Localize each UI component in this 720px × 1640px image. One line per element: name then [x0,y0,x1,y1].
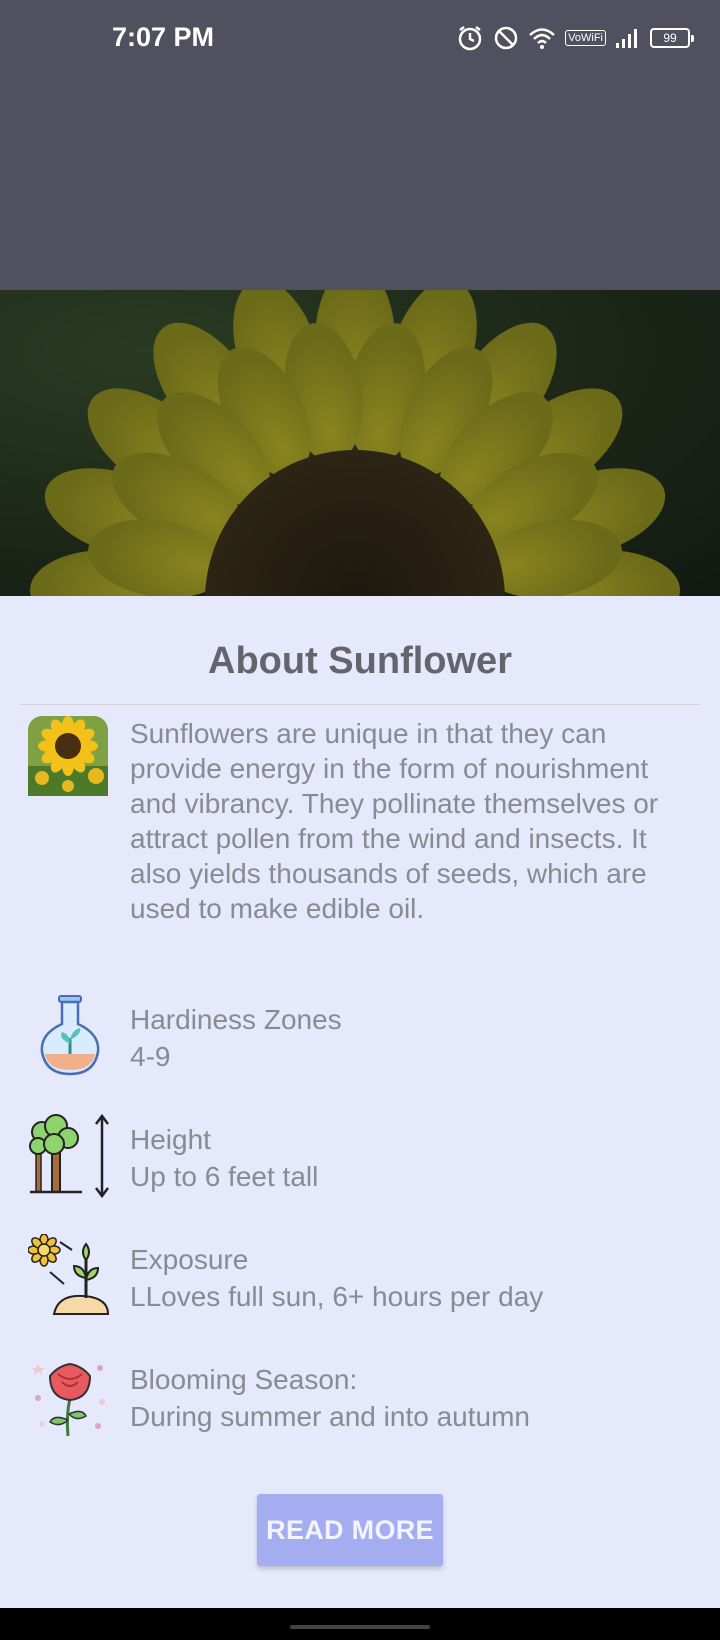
sunflower-thumbnail-icon [28,716,112,800]
fact-label: Exposure [130,1244,249,1275]
fact-value: During summer and into autumn [130,1401,530,1432]
alarm-icon [456,24,484,52]
wifi-icon [528,26,556,50]
rose-bloom-icon [28,1354,112,1438]
tree-height-icon [28,1113,112,1199]
fact-value: Up to 6 feet tall [130,1161,319,1192]
description-text: Sunflowers are unique in that they can p… [130,718,659,924]
status-icons: VoWiFi 99 [456,24,694,52]
fact-value: 4-9 [130,1041,171,1072]
status-bar: 7:07 PM VoWiFi 99 [0,0,720,290]
read-more-button[interactable]: READ MORE [257,1494,443,1566]
fact-label: Height [130,1124,211,1155]
battery-icon: 99 [650,28,694,48]
fact-value: LLoves full sun, 6+ hours per day [130,1281,544,1312]
vowifi-icon: VoWiFi [565,30,606,46]
sunflower-photo [30,290,680,596]
gesture-handle[interactable] [290,1625,430,1629]
do-not-disturb-icon [493,25,519,51]
page-title: About Sunflower [208,640,512,682]
fact-label: Blooming Season: [130,1364,358,1395]
about-card: About Sunflower Sunflowers are unique in… [0,596,720,1608]
signal-icon [615,27,641,49]
navigation-bar [0,1608,720,1640]
divider [20,704,700,705]
fact-label: Hardiness Zones [130,1004,342,1035]
status-time: 7:07 PM [112,22,215,52]
sun-plant-icon [27,1233,112,1318]
flask-sprout-icon [28,994,112,1078]
sunflower-hero-image [0,290,720,596]
